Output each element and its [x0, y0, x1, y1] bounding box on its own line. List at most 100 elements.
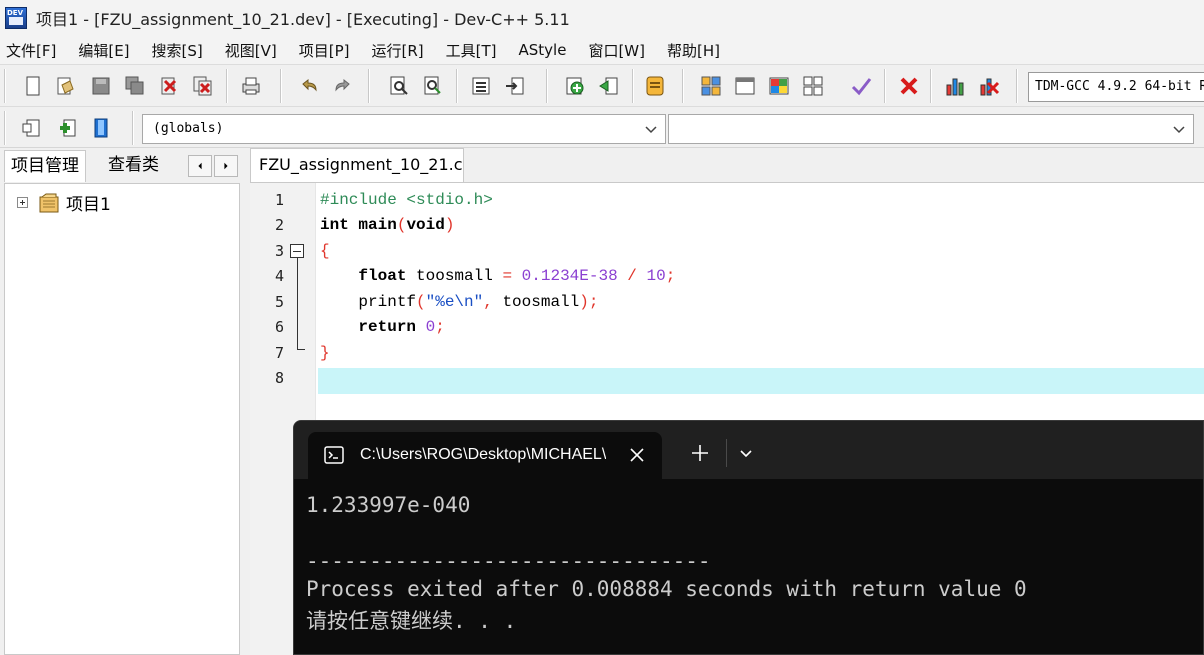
tab-scroll-left-button[interactable]	[188, 155, 212, 177]
menu-window[interactable]: 窗口[W]	[588, 40, 645, 61]
compile-icon	[566, 77, 584, 95]
editor-file-tab[interactable]: FZU_assignment_10_21.c	[250, 148, 464, 182]
line-number: 5	[274, 293, 284, 311]
toolbar-separator	[682, 69, 684, 103]
check-button[interactable]	[848, 73, 874, 99]
fold-line-end	[297, 349, 305, 350]
menu-search[interactable]: 搜索[S]	[152, 40, 203, 61]
code-line-2: int main(void)	[320, 216, 455, 234]
tab-project[interactable]: 项目管理	[4, 150, 86, 182]
line-number: 6	[274, 318, 284, 336]
close-icon	[161, 77, 177, 95]
profile-delete-icon	[980, 78, 1000, 96]
close-all-button[interactable]	[190, 73, 216, 99]
fold-line	[297, 258, 298, 350]
save-all-button[interactable]	[122, 73, 148, 99]
open-file-icon	[57, 77, 74, 95]
toolbar-separator	[132, 111, 134, 145]
print-icon	[242, 77, 260, 95]
undo-icon	[302, 78, 317, 92]
console-window[interactable]: C:\Users\ROG\Desktop\MICHAEL\FZU_assignm…	[293, 420, 1204, 655]
add-to-project-button[interactable]	[54, 115, 80, 141]
code-line-1: #include <stdio.h>	[320, 191, 493, 209]
insert-button[interactable]	[766, 73, 792, 99]
replace-button[interactable]	[420, 73, 446, 99]
tab-scroll-right-button[interactable]	[214, 155, 238, 177]
line-number: 2	[274, 216, 284, 234]
project-options-button[interactable]	[88, 115, 114, 141]
compiler-select[interactable]: TDM-GCC 4.9.2 64-bit Release	[1028, 72, 1204, 102]
chevron-down-icon	[1173, 126, 1185, 134]
code-line-7: }	[320, 344, 330, 362]
redo-button[interactable]	[330, 73, 356, 99]
new-tab-icon[interactable]	[690, 443, 710, 463]
project-icon	[22, 119, 40, 137]
toolbar-separator	[632, 69, 634, 103]
console-output-line: 1.233997e-040	[306, 493, 471, 517]
scope-combo[interactable]: (globals)	[142, 114, 666, 144]
new-file-icon	[26, 76, 40, 96]
find-icon	[390, 76, 408, 95]
undo-button[interactable]	[296, 73, 322, 99]
close-file-button[interactable]	[156, 73, 182, 99]
devcpp-logo-icon	[5, 7, 27, 29]
console-tab[interactable]: C:\Users\ROG\Desktop\MICHAEL\FZU_assignm…	[308, 432, 662, 480]
toolbar-separator	[930, 69, 932, 103]
save-button[interactable]	[88, 73, 114, 99]
chevron-right-icon	[224, 162, 228, 170]
project-panel: 项目管理 查看类 项目1	[0, 148, 242, 655]
tree-item-project[interactable]: 项目1	[17, 190, 111, 215]
add-icon	[60, 119, 76, 137]
close-tab-icon[interactable]	[626, 444, 648, 466]
find-button[interactable]	[386, 73, 412, 99]
compile-button[interactable]	[562, 73, 588, 99]
toggle-icon	[803, 76, 823, 96]
find-next-button[interactable]	[468, 73, 494, 99]
tab-classes[interactable]: 查看类	[102, 150, 165, 182]
run-button[interactable]	[596, 73, 622, 99]
open-file-button[interactable]	[52, 73, 78, 99]
line-number: 4	[274, 267, 284, 285]
goto-line-button[interactable]	[502, 73, 528, 99]
stop-button[interactable]	[896, 73, 922, 99]
rebuild-icon	[701, 76, 721, 96]
redo-icon	[335, 78, 350, 92]
expand-icon[interactable]	[17, 197, 28, 208]
bookmark-icon	[94, 118, 108, 138]
menu-view[interactable]: 视图[V]	[225, 40, 277, 61]
scope-combo-value: (globals)	[153, 121, 224, 136]
new-project-button[interactable]	[18, 115, 44, 141]
compile-run-button[interactable]	[642, 73, 668, 99]
code-line-3: {	[320, 242, 330, 260]
stop-icon	[900, 77, 918, 95]
menu-file[interactable]: 文件[F]	[6, 40, 56, 61]
close-all-icon	[193, 76, 212, 96]
window-title: 项目1 - [FZU_assignment_10_21.dev] - [Exec…	[36, 10, 570, 29]
member-combo[interactable]	[668, 114, 1194, 144]
menu-project[interactable]: 项目[P]	[299, 40, 350, 61]
rebuild-button[interactable]	[698, 73, 724, 99]
line-number: 3	[274, 242, 284, 260]
chart-icon	[946, 78, 964, 96]
code-line-4: float toosmall = 0.1234E-38 / 10;	[358, 267, 676, 285]
toolbar-separator	[456, 69, 458, 103]
print-button[interactable]	[238, 73, 264, 99]
toggle-button[interactable]	[800, 73, 826, 99]
menu-tools[interactable]: 工具[T]	[446, 40, 497, 61]
console-tab-title: C:\Users\ROG\Desktop\MICHAEL\FZU_assignm…	[360, 446, 606, 463]
chart-button[interactable]	[942, 73, 968, 99]
menu-help[interactable]: 帮助[H]	[667, 40, 720, 61]
chevron-down-icon[interactable]	[738, 445, 754, 461]
chevron-down-icon	[645, 126, 657, 134]
new-file-button[interactable]	[20, 73, 46, 99]
menu-astyle[interactable]: AStyle	[519, 41, 567, 59]
title-bar: 项目1 - [FZU_assignment_10_21.dev] - [Exec…	[0, 0, 1204, 36]
menu-run[interactable]: 运行[R]	[371, 40, 423, 61]
debug-button[interactable]	[732, 73, 758, 99]
profile-delete-button[interactable]	[976, 73, 1002, 99]
chevron-left-icon	[198, 162, 202, 170]
line-number: 8	[274, 369, 284, 387]
fold-collapse-icon[interactable]	[290, 244, 304, 258]
menu-edit[interactable]: 编辑[E]	[78, 40, 129, 61]
insert-icon	[769, 77, 789, 95]
